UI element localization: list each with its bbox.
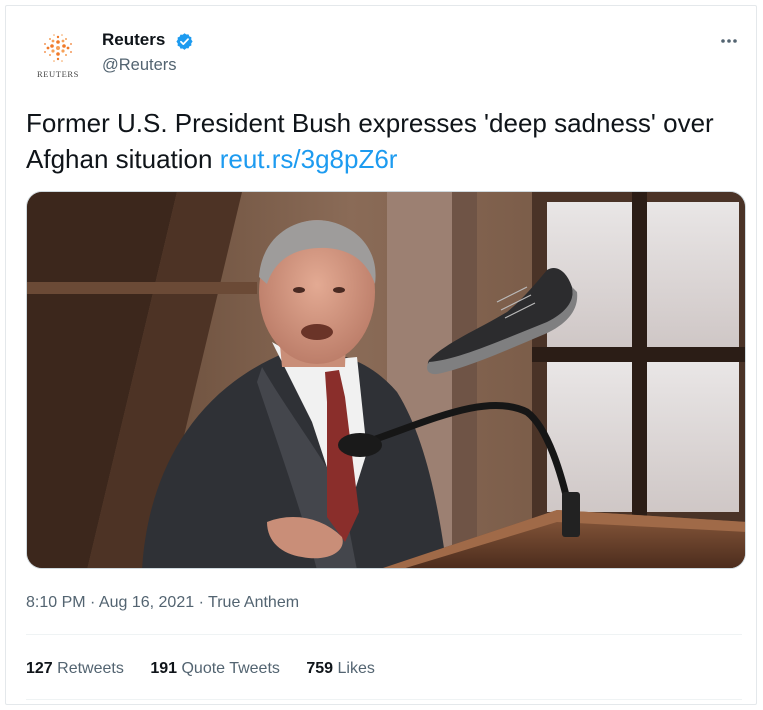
source-app[interactable]: True Anthem (208, 594, 299, 611)
more-options-icon[interactable] (714, 30, 744, 52)
retweets-count: 127 (26, 660, 53, 677)
tweet-text: Former U.S. President Bush expresses 'de… (26, 105, 741, 177)
author-display-name[interactable]: Reuters (102, 30, 165, 50)
author-handle[interactable]: @Reuters (102, 56, 177, 75)
tweet-card: REUTERS Reuters @Reuters Former U.S. Pre… (5, 5, 757, 705)
quotes-count: 191 (150, 660, 178, 677)
tweet-link[interactable]: reut.rs/3g8pZ6r (220, 144, 398, 174)
tweet-stats: 127 Retweets 191 Quote Tweets 759 Likes (26, 660, 397, 678)
tweet-media-photo[interactable] (26, 191, 746, 569)
likes-stat[interactable]: 759 Likes (306, 660, 375, 678)
verified-badge-icon (176, 33, 193, 50)
photo-illustration (27, 192, 745, 568)
avatar[interactable]: REUTERS (26, 26, 90, 90)
quotes-label: Quote Tweets (181, 660, 280, 677)
timestamp-text[interactable]: 8:10 PM · Aug 16, 2021 · (26, 594, 208, 611)
retweets-label: Retweets (57, 660, 124, 677)
likes-label: Likes (337, 660, 375, 677)
avatar-logo-text: REUTERS (37, 69, 79, 79)
retweets-stat[interactable]: 127 Retweets (26, 660, 124, 678)
divider (26, 699, 742, 700)
likes-count: 759 (306, 660, 334, 677)
reuters-dot-logo-icon (44, 34, 72, 62)
divider (26, 634, 742, 635)
tweet-timestamp: 8:10 PM · Aug 16, 2021 · True Anthem (26, 594, 299, 612)
quote-tweets-stat[interactable]: 191 Quote Tweets (150, 660, 280, 678)
